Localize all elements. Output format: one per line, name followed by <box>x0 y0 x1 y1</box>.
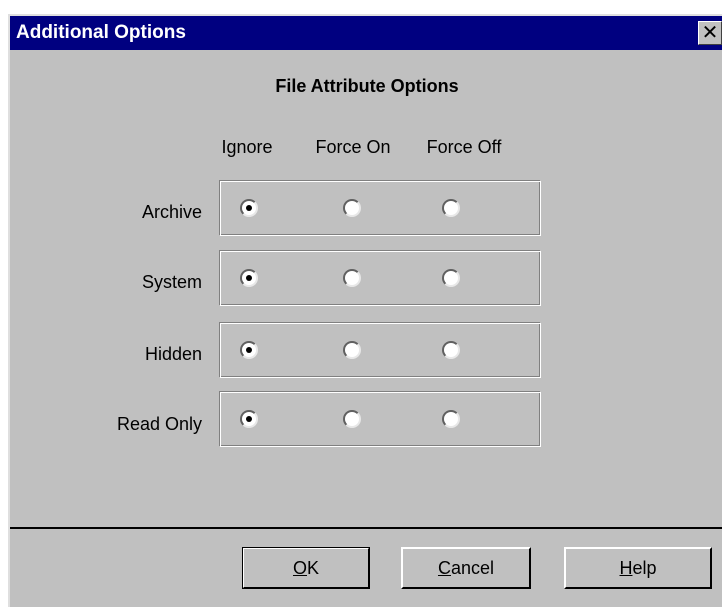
system-force-off-radio[interactable] <box>442 269 460 287</box>
hidden-ignore-radio[interactable] <box>240 341 258 359</box>
row-label-archive: Archive <box>141 202 202 222</box>
column-header-force-on: Force On <box>315 137 391 157</box>
attribute-row-archive <box>219 180 541 236</box>
attribute-row-read-only <box>219 391 541 447</box>
archive-force-off-radio[interactable] <box>442 199 460 217</box>
title-bar[interactable]: Additional Options ✕ <box>10 16 722 50</box>
help-mnemonic: H <box>619 557 633 578</box>
read-only-force-on-radio[interactable] <box>343 410 361 428</box>
archive-ignore-radio[interactable] <box>240 199 258 217</box>
system-ignore-radio[interactable] <box>240 269 258 287</box>
ok-label-rest: K <box>307 557 320 578</box>
help-label-rest: elp <box>632 557 657 578</box>
column-header-ignore: Ignore <box>221 137 273 157</box>
close-button[interactable]: ✕ <box>698 21 722 45</box>
button-separator <box>10 527 722 529</box>
help-button[interactable]: Help <box>564 547 712 589</box>
ok-mnemonic: O <box>292 557 307 578</box>
row-label-read-only: Read Only <box>116 414 202 434</box>
cancel-mnemonic: C <box>437 557 451 578</box>
hidden-force-on-radio[interactable] <box>343 341 361 359</box>
archive-force-on-radio[interactable] <box>343 199 361 217</box>
column-header-force-off: Force Off <box>426 137 502 157</box>
additional-options-dialog: Additional Options ✕ File Attribute Opti… <box>8 14 722 607</box>
system-force-on-radio[interactable] <box>343 269 361 287</box>
row-label-system: System <box>141 272 202 292</box>
read-only-ignore-radio[interactable] <box>240 410 258 428</box>
ok-button[interactable]: OK <box>242 547 370 589</box>
read-only-force-off-radio[interactable] <box>442 410 460 428</box>
cancel-button[interactable]: Cancel <box>401 547 531 589</box>
attribute-row-system <box>219 250 541 306</box>
hidden-force-off-radio[interactable] <box>442 341 460 359</box>
row-label-hidden: Hidden <box>144 344 202 364</box>
close-icon: ✕ <box>701 22 719 44</box>
window-title: Additional Options <box>16 22 186 43</box>
cancel-label-rest: ancel <box>450 557 495 578</box>
attribute-row-hidden <box>219 322 541 378</box>
section-title: File Attribute Options <box>275 76 459 96</box>
